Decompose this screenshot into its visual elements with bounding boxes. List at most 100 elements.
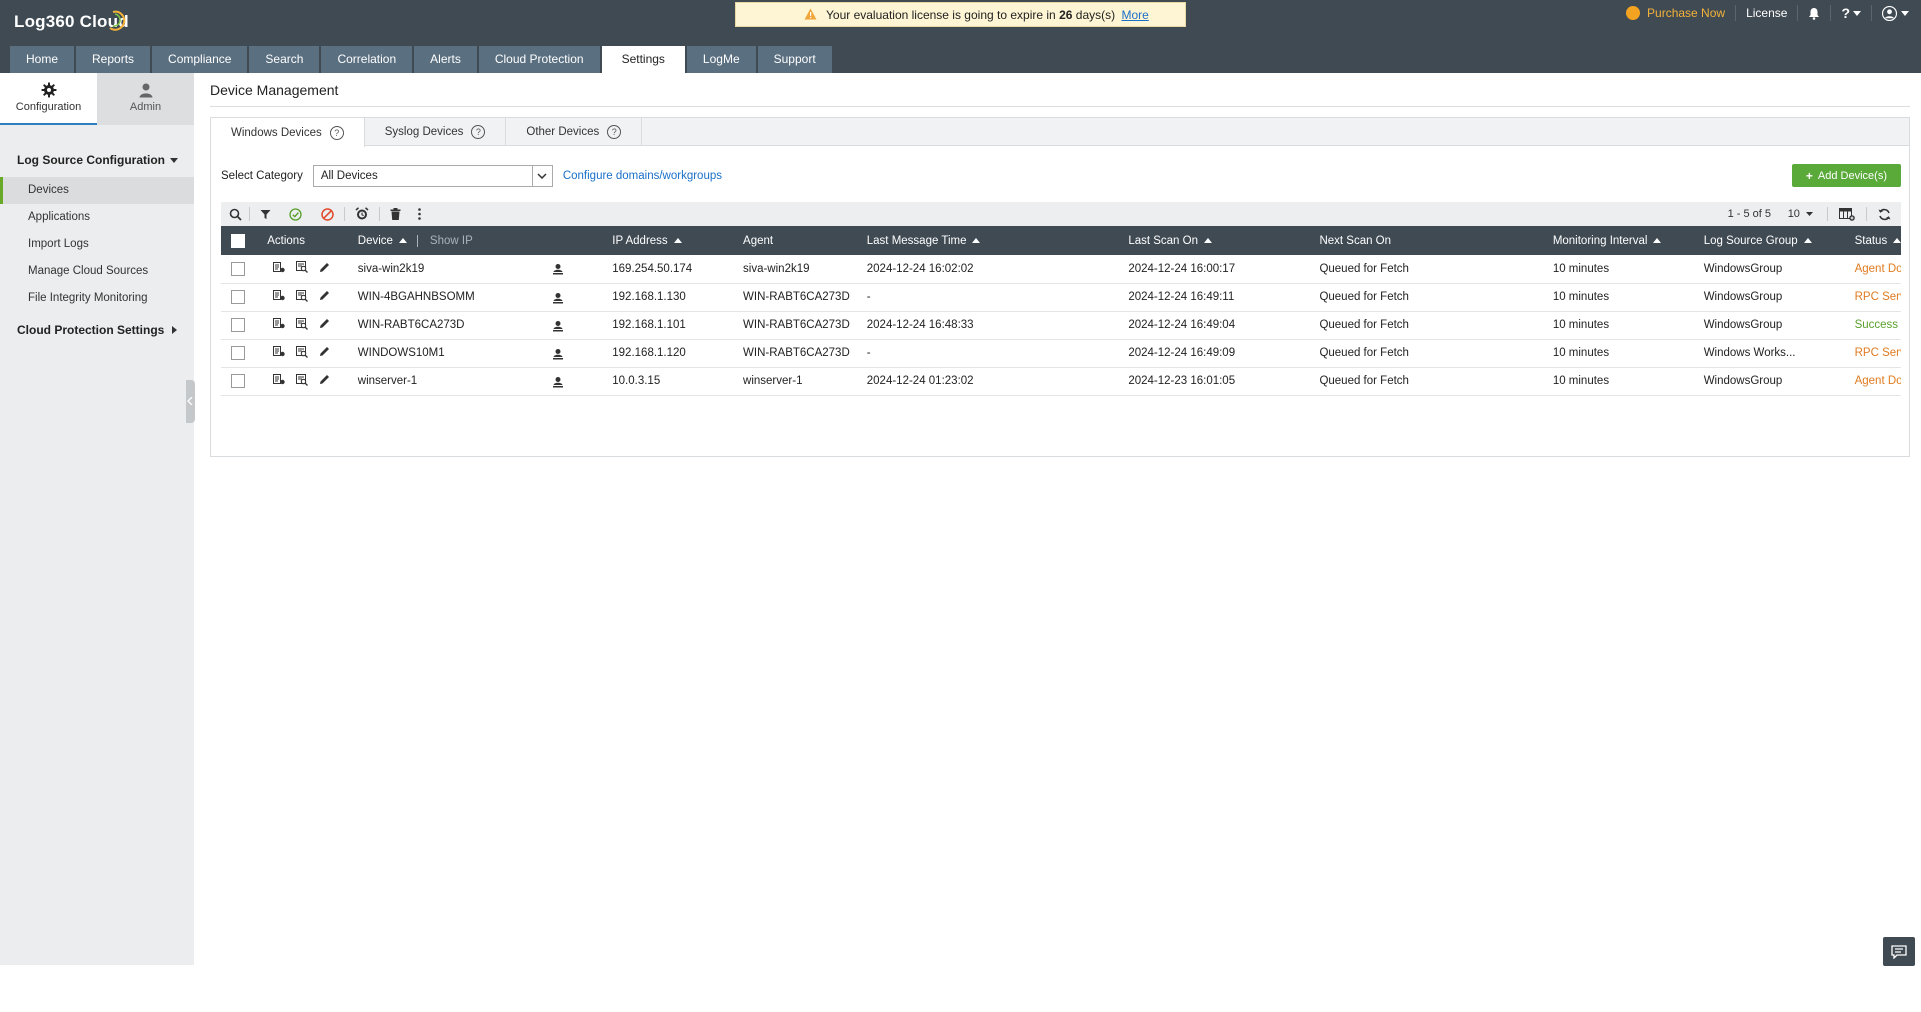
- tab-settings[interactable]: Settings: [601, 46, 685, 73]
- device-details-icon[interactable]: [267, 374, 290, 388]
- agent-icon[interactable]: [552, 263, 564, 278]
- help-menu[interactable]: ?: [1830, 5, 1871, 21]
- tab-alerts[interactable]: Alerts: [414, 46, 477, 73]
- device-details-icon[interactable]: [267, 318, 290, 332]
- tab-support[interactable]: Support: [757, 46, 832, 73]
- sidebar-item-manage-cloud-sources[interactable]: Manage Cloud Sources: [0, 258, 194, 285]
- table-row[interactable]: WIN-RABT6CA273D 192.168.1.101 WIN-RABT6CA2…: [221, 311, 1901, 340]
- table-row[interactable]: winserver-1 10.0.3.15 winserver-1 2024-12-2…: [221, 367, 1901, 396]
- license-more-link[interactable]: More: [1121, 8, 1148, 22]
- sidebar-collapse-handle[interactable]: [186, 380, 195, 423]
- license-menu[interactable]: License: [1735, 5, 1797, 21]
- status-text[interactable]: Agent Dow: [1848, 367, 1901, 396]
- col-status[interactable]: Status: [1848, 226, 1901, 255]
- admin-button[interactable]: Admin: [97, 73, 194, 125]
- status-text[interactable]: Success: [1848, 311, 1901, 340]
- col-log-source-group[interactable]: Log Source Group: [1697, 226, 1849, 255]
- user-menu[interactable]: [1871, 5, 1921, 21]
- alarm-icon[interactable]: [345, 202, 379, 226]
- configure-domains-link[interactable]: Configure domains/workgroups: [563, 170, 722, 182]
- row-checkbox[interactable]: [231, 346, 245, 360]
- agent-icon[interactable]: [552, 348, 564, 363]
- subtab-syslog-devices[interactable]: Syslog Devices?: [365, 118, 507, 146]
- select-all-checkbox[interactable]: [231, 233, 245, 248]
- row-checkbox[interactable]: [231, 318, 245, 332]
- tab-search[interactable]: Search: [249, 46, 320, 73]
- view-logs-icon[interactable]: [290, 345, 313, 361]
- device-name[interactable]: winserver-1: [358, 375, 417, 387]
- agent-icon[interactable]: [552, 376, 564, 391]
- tab-correlation[interactable]: Correlation: [321, 46, 413, 73]
- tab-cloud-protection[interactable]: Cloud Protection: [478, 46, 600, 73]
- tab-home[interactable]: Home: [10, 46, 75, 73]
- more-icon[interactable]: [410, 202, 428, 226]
- category-select[interactable]: All Devices: [312, 165, 553, 187]
- status-text[interactable]: Agent Dow: [1848, 255, 1901, 284]
- row-checkbox[interactable]: [231, 261, 245, 276]
- sidebar-item-applications[interactable]: Applications: [0, 204, 194, 231]
- device-name[interactable]: WIN-RABT6CA273D: [358, 319, 465, 331]
- row-checkbox[interactable]: [231, 290, 245, 304]
- edit-icon[interactable]: [313, 374, 336, 388]
- sidebar-item-devices[interactable]: Devices: [0, 177, 194, 204]
- show-ip-toggle[interactable]: Show IP: [416, 234, 473, 247]
- col-ip-address[interactable]: IP Address: [606, 226, 738, 255]
- device-name[interactable]: siva-win2k19: [358, 263, 424, 275]
- tab-compliance[interactable]: Compliance: [152, 46, 248, 73]
- agent-icon[interactable]: [552, 292, 564, 307]
- view-logs-icon[interactable]: [290, 373, 313, 389]
- agent-icon[interactable]: [552, 320, 564, 335]
- edit-icon[interactable]: [313, 346, 336, 360]
- view-logs-icon[interactable]: [290, 317, 313, 333]
- chat-button[interactable]: [1883, 937, 1915, 966]
- table-row[interactable]: WINDOWS10M1 192.168.1.120 WIN-RABT6CA273D -…: [221, 339, 1901, 368]
- row-checkbox[interactable]: [231, 374, 245, 388]
- col-last-message-time[interactable]: Last Message Time: [860, 226, 1123, 255]
- configuration-button[interactable]: Configuration: [0, 73, 97, 125]
- device-details-icon[interactable]: [267, 346, 290, 360]
- status-text[interactable]: RPC Serv: [1848, 283, 1901, 312]
- col-monitoring-interval[interactable]: Monitoring Interval: [1546, 226, 1698, 255]
- log-source-group: WindowsGroup: [1697, 283, 1849, 312]
- table-row[interactable]: WIN-4BGAHNBSOMM 192.168.1.130 WIN-RABT6CA2…: [221, 283, 1901, 312]
- help-circle-icon[interactable]: ?: [471, 125, 486, 139]
- sidebar-item-file-integrity[interactable]: File Integrity Monitoring: [0, 285, 194, 312]
- col-device[interactable]: Device Show IP: [351, 226, 607, 255]
- edit-icon[interactable]: [313, 262, 336, 276]
- category-label: Select Category: [221, 170, 303, 182]
- notifications-button[interactable]: [1797, 5, 1830, 21]
- sidebar-item-import-logs[interactable]: Import Logs: [0, 231, 194, 258]
- tab-logme[interactable]: LogMe: [686, 46, 756, 73]
- device-name[interactable]: WIN-4BGAHNBSOMM: [358, 291, 475, 303]
- view-logs-icon[interactable]: [290, 261, 313, 276]
- help-circle-icon[interactable]: ?: [329, 125, 344, 140]
- col-next-scan-on: Next Scan On: [1313, 226, 1547, 255]
- delete-icon[interactable]: [380, 202, 410, 226]
- tab-reports[interactable]: Reports: [76, 46, 151, 73]
- device-name[interactable]: WINDOWS10M1: [358, 347, 445, 359]
- sidebar-section-cloud-protection[interactable]: Cloud Protection Settings: [0, 315, 194, 345]
- view-logs-icon[interactable]: [290, 289, 313, 305]
- filter-icon[interactable]: [250, 202, 280, 226]
- sidebar-section-log-source[interactable]: Log Source Configuration: [0, 153, 194, 173]
- col-agent: Agent: [737, 226, 861, 255]
- device-details-icon[interactable]: [267, 261, 290, 276]
- add-device-button[interactable]: + Add Device(s): [1791, 164, 1901, 187]
- subtab-other-devices[interactable]: Other Devices?: [506, 118, 643, 146]
- subtab-windows-devices[interactable]: Windows Devices?: [211, 118, 365, 147]
- status-text[interactable]: RPC Serv: [1848, 339, 1901, 368]
- search-icon[interactable]: [221, 202, 249, 226]
- device-details-icon[interactable]: [267, 290, 290, 304]
- table-row[interactable]: siva-win2k19 169.254.50.174 siva-win2k19 20…: [221, 255, 1901, 284]
- edit-icon[interactable]: [313, 318, 336, 332]
- col-last-scan-on[interactable]: Last Scan On: [1122, 226, 1314, 255]
- column-chooser-icon[interactable]: [1828, 202, 1866, 226]
- enable-icon[interactable]: [280, 202, 310, 226]
- purchase-now-link[interactable]: Purchase Now: [1616, 5, 1735, 21]
- disable-icon[interactable]: [310, 202, 344, 226]
- help-circle-icon[interactable]: ?: [607, 125, 622, 139]
- page-size-select[interactable]: 10: [1788, 202, 1813, 226]
- edit-icon[interactable]: [313, 290, 336, 304]
- log-source-group: WindowsGroup: [1697, 255, 1849, 284]
- refresh-icon[interactable]: [1867, 202, 1901, 226]
